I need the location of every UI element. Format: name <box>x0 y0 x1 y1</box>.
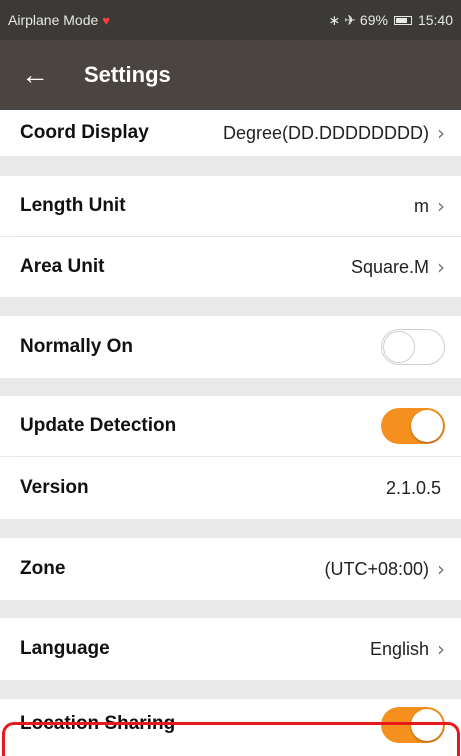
setting-label: Length Unit <box>20 195 126 216</box>
language-value: English <box>369 638 429 659</box>
area-unit-value: Square.M <box>350 256 429 277</box>
location-sharing-toggle[interactable] <box>381 707 445 743</box>
setting-value: (UTC+08:00) › <box>324 557 445 581</box>
setting-row-zone[interactable]: Zone (UTC+08:00) › <box>0 538 461 600</box>
status-bar: Airplane Mode ♥ ∗ ✈ 69% 15:40 <box>0 0 461 40</box>
chevron-right-icon: › <box>437 637 445 661</box>
setting-label: Language <box>20 638 110 659</box>
toggle-knob <box>411 410 443 442</box>
status-right: ∗ ✈ 69% 15:40 <box>328 12 453 29</box>
length-unit-value: m <box>414 195 429 216</box>
setting-row-length-unit[interactable]: Length Unit m › <box>0 176 461 236</box>
airplane-mode-text: Airplane Mode <box>8 12 99 28</box>
chevron-right-icon: › <box>437 255 445 279</box>
chevron-right-icon: › <box>437 557 445 581</box>
setting-value: English › <box>370 637 445 661</box>
setting-row-update-detection: Update Detection <box>0 396 461 456</box>
heart-icon: ♥ <box>102 12 110 28</box>
update-detection-toggle[interactable] <box>381 408 445 444</box>
back-button[interactable]: ← <box>0 40 70 110</box>
status-left: Airplane Mode ♥ <box>8 12 110 28</box>
setting-label: Update Detection <box>20 415 177 436</box>
setting-label: Normally On <box>20 336 133 357</box>
chevron-right-icon: › <box>437 194 445 218</box>
setting-value: Square.M › <box>351 255 445 279</box>
setting-row-area-unit[interactable]: Area Unit Square.M › <box>0 237 461 297</box>
setting-label: Area Unit <box>20 256 105 277</box>
chevron-right-icon: › <box>437 121 445 145</box>
setting-row-coord-display[interactable]: Coord Display Degree(DD.DDDDDDDD) › <box>0 110 461 156</box>
battery-icon <box>393 15 412 25</box>
version-value: 2.1.0.5 <box>385 477 441 498</box>
arrow-left-icon: ← <box>21 59 49 90</box>
coord-display-value: Degree(DD.DDDDDDDD) <box>222 122 429 143</box>
setting-row-normally-on: Normally On <box>0 316 461 378</box>
setting-row-version: Version 2.1.0.5 <box>0 457 461 519</box>
bluetooth-icon: ∗ <box>328 11 341 28</box>
clock: 15:40 <box>417 12 453 28</box>
setting-label: Coord Display <box>20 122 149 143</box>
normally-on-toggle[interactable] <box>381 329 445 365</box>
setting-value: Degree(DD.DDDDDDDD) › <box>223 121 445 145</box>
setting-label: Location Sharing <box>20 713 176 734</box>
app-bar: ← Settings <box>0 40 461 110</box>
toggle-knob <box>383 331 415 363</box>
setting-row-language[interactable]: Language English › <box>0 618 461 680</box>
setting-label: Version <box>20 477 89 498</box>
setting-value: m › <box>414 194 445 218</box>
page-title: Settings <box>84 62 171 87</box>
zone-value: (UTC+08:00) <box>324 558 429 579</box>
battery-percent: 69% <box>359 12 388 28</box>
setting-label: Zone <box>20 558 66 579</box>
toggle-knob <box>411 709 443 741</box>
airplane-icon: ✈ <box>344 11 356 28</box>
setting-row-location-sharing: Location Sharing <box>0 699 461 756</box>
